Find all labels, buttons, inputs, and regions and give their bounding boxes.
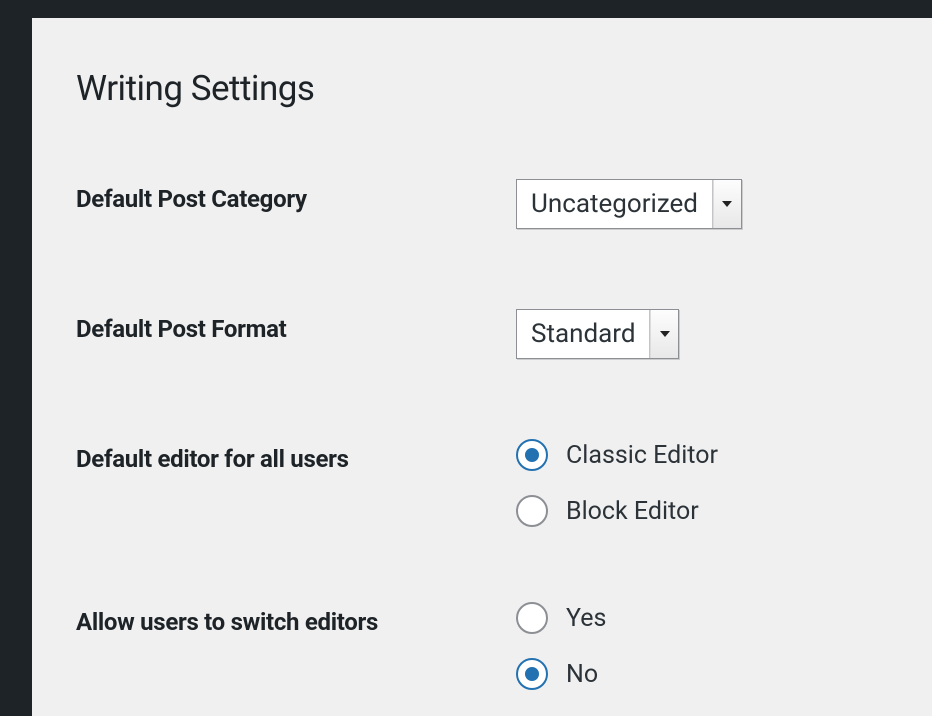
admin-sidebar <box>0 18 32 716</box>
select-default-post-format[interactable]: Standard <box>516 309 679 359</box>
radio-icon <box>516 658 548 690</box>
radio-group-default-editor: Classic Editor Block Editor <box>516 439 888 527</box>
radio-allow-switch-no[interactable]: No <box>516 658 888 690</box>
select-value: Uncategorized <box>517 180 713 228</box>
settings-content: Writing Settings Default Post Category U… <box>32 18 932 716</box>
row-default-post-format: Default Post Format Standard <box>76 309 888 359</box>
row-default-post-category: Default Post Category Uncategorized <box>76 179 888 229</box>
row-default-editor: Default editor for all users Classic Edi… <box>76 439 888 527</box>
radio-block-editor[interactable]: Block Editor <box>516 495 888 527</box>
admin-top-bar <box>0 0 932 18</box>
radio-classic-editor[interactable]: Classic Editor <box>516 439 888 471</box>
radio-label: Block Editor <box>566 497 699 526</box>
row-allow-switch: Allow users to switch editors Yes No <box>76 602 888 690</box>
radio-label: Yes <box>566 604 606 633</box>
label-allow-switch: Allow users to switch editors <box>76 602 516 636</box>
label-default-post-format: Default Post Format <box>76 309 516 343</box>
radio-icon <box>516 439 548 471</box>
radio-icon <box>516 602 548 634</box>
radio-icon <box>516 495 548 527</box>
control-allow-switch: Yes No <box>516 602 888 690</box>
control-default-post-format: Standard <box>516 309 888 359</box>
control-default-post-category: Uncategorized <box>516 179 888 229</box>
radio-label: No <box>566 660 598 689</box>
select-default-post-category[interactable]: Uncategorized <box>516 179 742 229</box>
radio-group-allow-switch: Yes No <box>516 602 888 690</box>
radio-label: Classic Editor <box>566 441 718 470</box>
radio-allow-switch-yes[interactable]: Yes <box>516 602 888 634</box>
label-default-editor: Default editor for all users <box>76 439 516 473</box>
page-title: Writing Settings <box>76 68 888 109</box>
select-value: Standard <box>517 310 650 358</box>
label-default-post-category: Default Post Category <box>76 179 516 213</box>
chevron-down-icon <box>713 180 741 228</box>
chevron-down-icon <box>650 310 678 358</box>
control-default-editor: Classic Editor Block Editor <box>516 439 888 527</box>
